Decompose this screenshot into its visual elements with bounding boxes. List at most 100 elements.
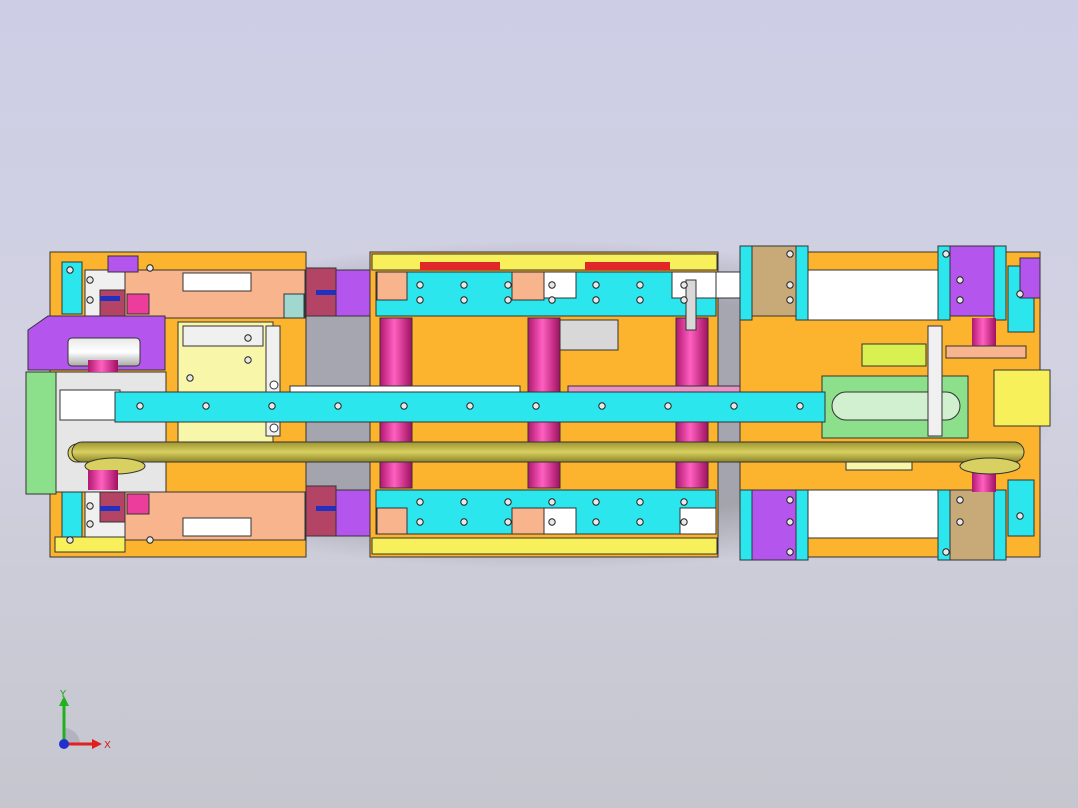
left-bottom-yellow-strip <box>54 536 126 553</box>
bolt-head <box>416 498 424 506</box>
right-bottom-cyan-post-2 <box>795 489 809 561</box>
right-yellow-green-block <box>861 343 927 367</box>
right-salmon-strip <box>945 345 1027 359</box>
bolt-head <box>786 518 794 526</box>
center-bottom-yellow-strip <box>371 537 718 555</box>
bolt-head <box>504 498 512 506</box>
cad-assembly-top-view[interactable] <box>0 0 1078 808</box>
center-top-salmon-2 <box>511 271 545 301</box>
right-idler-pulley <box>959 457 1021 475</box>
bolt-head <box>202 402 210 410</box>
bolt-head <box>598 402 606 410</box>
center-top-red-pad-1 <box>420 262 500 270</box>
bolt-head <box>460 281 468 289</box>
bolt-head <box>244 356 252 364</box>
left-pivot-hole-2 <box>269 423 279 433</box>
right-yellow-box <box>993 369 1051 427</box>
bolt-head <box>680 296 688 304</box>
bolt-head <box>680 281 688 289</box>
bolt-head <box>956 276 964 284</box>
bolt-head <box>664 402 672 410</box>
left-gray-housing-window <box>59 389 121 421</box>
bolt-head <box>416 281 424 289</box>
bolt-head <box>268 402 276 410</box>
bolt-head <box>400 402 408 410</box>
right-top-white-area <box>805 269 941 321</box>
bolt-head <box>730 402 738 410</box>
left-bottom-cyan-bracket <box>61 491 83 545</box>
bolt-head <box>592 518 600 526</box>
bolt-head <box>592 296 600 304</box>
bolt-head <box>460 518 468 526</box>
right-bottom-cyan-post-1 <box>739 489 753 561</box>
right-gray-arm <box>927 325 943 437</box>
left-bottom-pink-block <box>126 493 150 515</box>
bolt-head <box>548 498 556 506</box>
bolt-head <box>680 498 688 506</box>
bolt-head <box>942 548 950 556</box>
bolt-head <box>956 296 964 304</box>
center-top-red-pad-2 <box>585 262 670 270</box>
bolt-head <box>466 402 474 410</box>
bolt-head <box>1016 512 1024 520</box>
bolt-head <box>636 518 644 526</box>
graphics-viewport[interactable]: Y X <box>0 0 1078 808</box>
connector-top-pin <box>316 290 336 295</box>
left-pivot-hole <box>269 380 279 390</box>
bolt-head <box>786 296 794 304</box>
center-bottom-salmon-2 <box>511 507 545 535</box>
bolt-head <box>136 402 144 410</box>
right-pink-rod <box>972 318 996 348</box>
left-top-slot <box>182 272 252 292</box>
bolt-head <box>548 296 556 304</box>
bolt-head <box>86 520 94 528</box>
connector-top-purple <box>335 269 373 317</box>
center-top-white-3 <box>715 271 741 299</box>
left-pink-shaft <box>88 360 118 372</box>
bolt-head <box>66 266 74 274</box>
left-green-gearbox <box>25 371 57 495</box>
right-top-cyan-post-1 <box>739 245 753 321</box>
bolt-head <box>956 496 964 504</box>
bolt-head <box>636 498 644 506</box>
right-top-cyan-post-2 <box>795 245 809 321</box>
bolt-head <box>548 281 556 289</box>
center-white-strip <box>289 385 521 393</box>
bolt-head <box>186 374 194 382</box>
right-bottom-white-area <box>805 489 941 539</box>
right-top-cyan-post-4 <box>993 245 1007 321</box>
bolt-head <box>244 334 252 342</box>
bolt-head <box>592 498 600 506</box>
connector-bottom-purple <box>335 489 373 537</box>
triad-x-label: X <box>104 740 111 751</box>
right-bottom-cyan-post-4 <box>993 489 1007 561</box>
right-top-tan-block <box>751 245 803 317</box>
bolt-head <box>636 296 644 304</box>
bolt-head <box>942 250 950 258</box>
bolt-head <box>786 281 794 289</box>
bolt-head <box>146 264 154 272</box>
bolt-head <box>786 496 794 504</box>
right-end-cyan-bottom <box>1007 479 1035 537</box>
bolt-head <box>66 536 74 544</box>
right-bottom-purple-block <box>751 489 803 561</box>
bolt-head <box>334 402 342 410</box>
bolt-head <box>786 250 794 258</box>
bolt-head <box>86 276 94 284</box>
bolt-head <box>1016 290 1024 298</box>
bolt-head <box>146 536 154 544</box>
connector-bottom-pin <box>316 506 336 511</box>
bolt-head <box>786 548 794 556</box>
bolt-head <box>416 296 424 304</box>
left-top-purple-plate <box>107 255 139 273</box>
left-gray-square <box>283 293 305 319</box>
left-bottom-slot <box>182 517 252 537</box>
left-top-blue-pin <box>100 296 120 301</box>
bolt-head <box>548 518 556 526</box>
coordinate-triad: Y X <box>59 689 111 751</box>
bolt-head <box>416 518 424 526</box>
bolt-head <box>504 281 512 289</box>
bolt-head <box>504 518 512 526</box>
bolt-head <box>86 296 94 304</box>
bolt-head <box>532 402 540 410</box>
